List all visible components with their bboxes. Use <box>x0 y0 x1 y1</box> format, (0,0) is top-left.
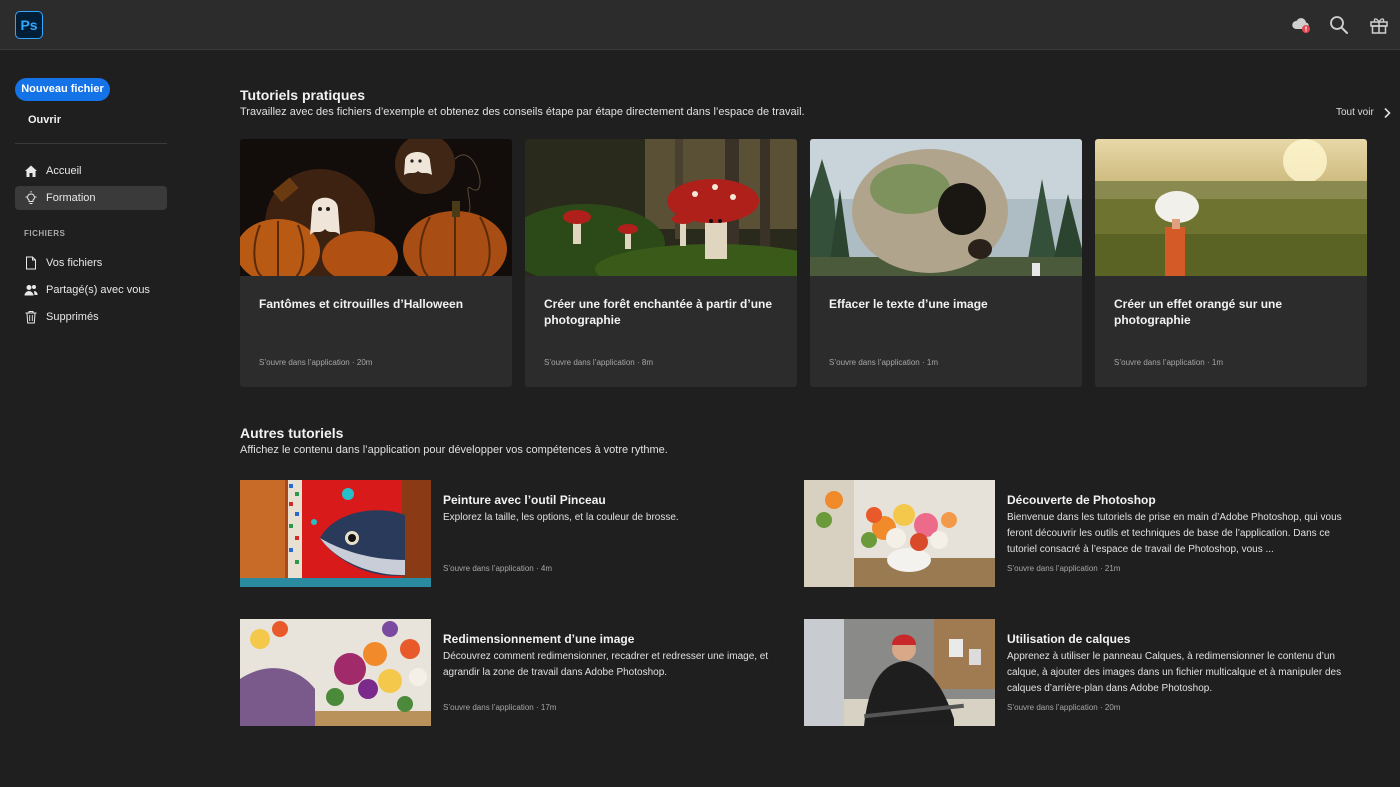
thumbnail-workshop <box>804 619 995 726</box>
card-title: Créer une forêt enchantée à partir d’une… <box>544 297 773 327</box>
sidebar-item-home[interactable]: Accueil <box>15 159 167 183</box>
card-meta: S’ouvre dans l’application · 1m <box>1114 358 1223 367</box>
files-section-label: FICHIERS <box>24 229 66 238</box>
sidebar-item-label: Partagé(s) avec vous <box>46 284 150 296</box>
see-all-link[interactable]: Tout voir <box>1336 107 1374 118</box>
item-meta: S’ouvre dans l’application · 17m <box>443 703 557 712</box>
tutorial-item-brush[interactable]: Peinture avec l’outil Pinceau Explorez l… <box>240 480 780 587</box>
card-meta: S’ouvre dans l’application · 1m <box>829 358 938 367</box>
sidebar-item-label: Formation <box>46 192 96 204</box>
item-title: Découverte de Photoshop <box>1007 493 1156 507</box>
section-title-practical: Tutoriels pratiques <box>240 87 365 103</box>
sidebar-item-deleted[interactable]: Supprimés <box>15 305 167 329</box>
sidebar-item-label: Accueil <box>46 165 82 177</box>
tutorial-card-halloween[interactable]: Fantômes et citrouilles d’Halloween S’ou… <box>240 139 512 387</box>
tutorial-item-resize[interactable]: Redimensionnement d’une image Découvrez … <box>240 619 780 726</box>
new-file-button[interactable]: Nouveau fichier <box>15 78 110 101</box>
item-meta: S’ouvre dans l’application · 20m <box>1007 703 1121 712</box>
home-icon <box>25 165 37 177</box>
section-subtitle-others: Affichez le contenu dans l’application p… <box>240 444 668 456</box>
thumbnail-bouquet <box>240 619 431 726</box>
thumbnail-skull <box>810 139 1082 276</box>
section-title-others: Autres tutoriels <box>240 425 344 441</box>
item-description: Bienvenue dans les tutoriels de prise en… <box>1007 512 1342 555</box>
tutorial-card-forest[interactable]: Créer une forêt enchantée à partir d’une… <box>525 139 797 387</box>
thumbnail-brush <box>240 480 431 587</box>
item-description: Apprenez à utiliser le panneau Calques, … <box>1007 651 1342 694</box>
tutorial-card-orange-effect[interactable]: Créer un effet orangé sur une photograph… <box>1095 139 1367 387</box>
cloud-alert-icon[interactable] <box>1291 15 1311 35</box>
chevron-right-icon[interactable] <box>1382 107 1392 119</box>
card-title: Créer un effet orangé sur une photograph… <box>1114 297 1283 327</box>
card-meta: S’ouvre dans l’application · 20m <box>259 358 373 367</box>
trash-icon <box>25 311 37 324</box>
card-title: Effacer le texte d’une image <box>829 297 988 311</box>
section-subtitle-practical: Travaillez avec des fichiers d’exemple e… <box>240 106 805 118</box>
tutorial-item-layers[interactable]: Utilisation de calques Apprenez à utilis… <box>804 619 1344 726</box>
card-meta: S’ouvre dans l’application · 8m <box>544 358 653 367</box>
sidebar-item-label: Supprimés <box>46 311 99 323</box>
thumbnail-field <box>1095 139 1367 276</box>
item-title: Redimensionnement d’une image <box>443 632 635 646</box>
card-title: Fantômes et citrouilles d’Halloween <box>259 297 464 311</box>
item-description: Découvrez comment redimensionner, recadr… <box>443 651 769 678</box>
document-icon <box>26 256 36 270</box>
people-icon <box>24 285 38 296</box>
gift-icon[interactable] <box>1369 15 1389 35</box>
sidebar-item-learn[interactable]: Formation <box>15 186 167 210</box>
item-description: Explorez la taille, les options, et la c… <box>443 512 679 523</box>
thumbnail-forest <box>525 139 797 276</box>
item-title: Peinture avec l’outil Pinceau <box>443 493 606 507</box>
thumbnail-halloween <box>240 139 512 276</box>
sidebar-item-shared[interactable]: Partagé(s) avec vous <box>15 278 167 302</box>
photoshop-logo[interactable]: Ps <box>15 11 43 39</box>
search-icon[interactable] <box>1329 15 1349 35</box>
lightbulb-icon <box>25 191 37 204</box>
item-meta: S’ouvre dans l’application · 4m <box>443 564 552 573</box>
sidebar-item-your-files[interactable]: Vos fichiers <box>15 251 167 275</box>
item-meta: S’ouvre dans l’application · 21m <box>1007 564 1121 573</box>
item-title: Utilisation de calques <box>1007 632 1131 646</box>
open-button[interactable]: Ouvrir <box>28 114 61 126</box>
top-bar: Ps <box>0 0 1400 50</box>
sidebar-item-label: Vos fichiers <box>46 257 103 269</box>
sidebar-divider <box>15 143 167 144</box>
tutorial-item-discover[interactable]: Découverte de Photoshop Bienvenue dans l… <box>804 480 1344 587</box>
tutorial-card-erase-text[interactable]: Effacer le texte d’une image S’ouvre dan… <box>810 139 1082 387</box>
thumbnail-flowers <box>804 480 995 587</box>
